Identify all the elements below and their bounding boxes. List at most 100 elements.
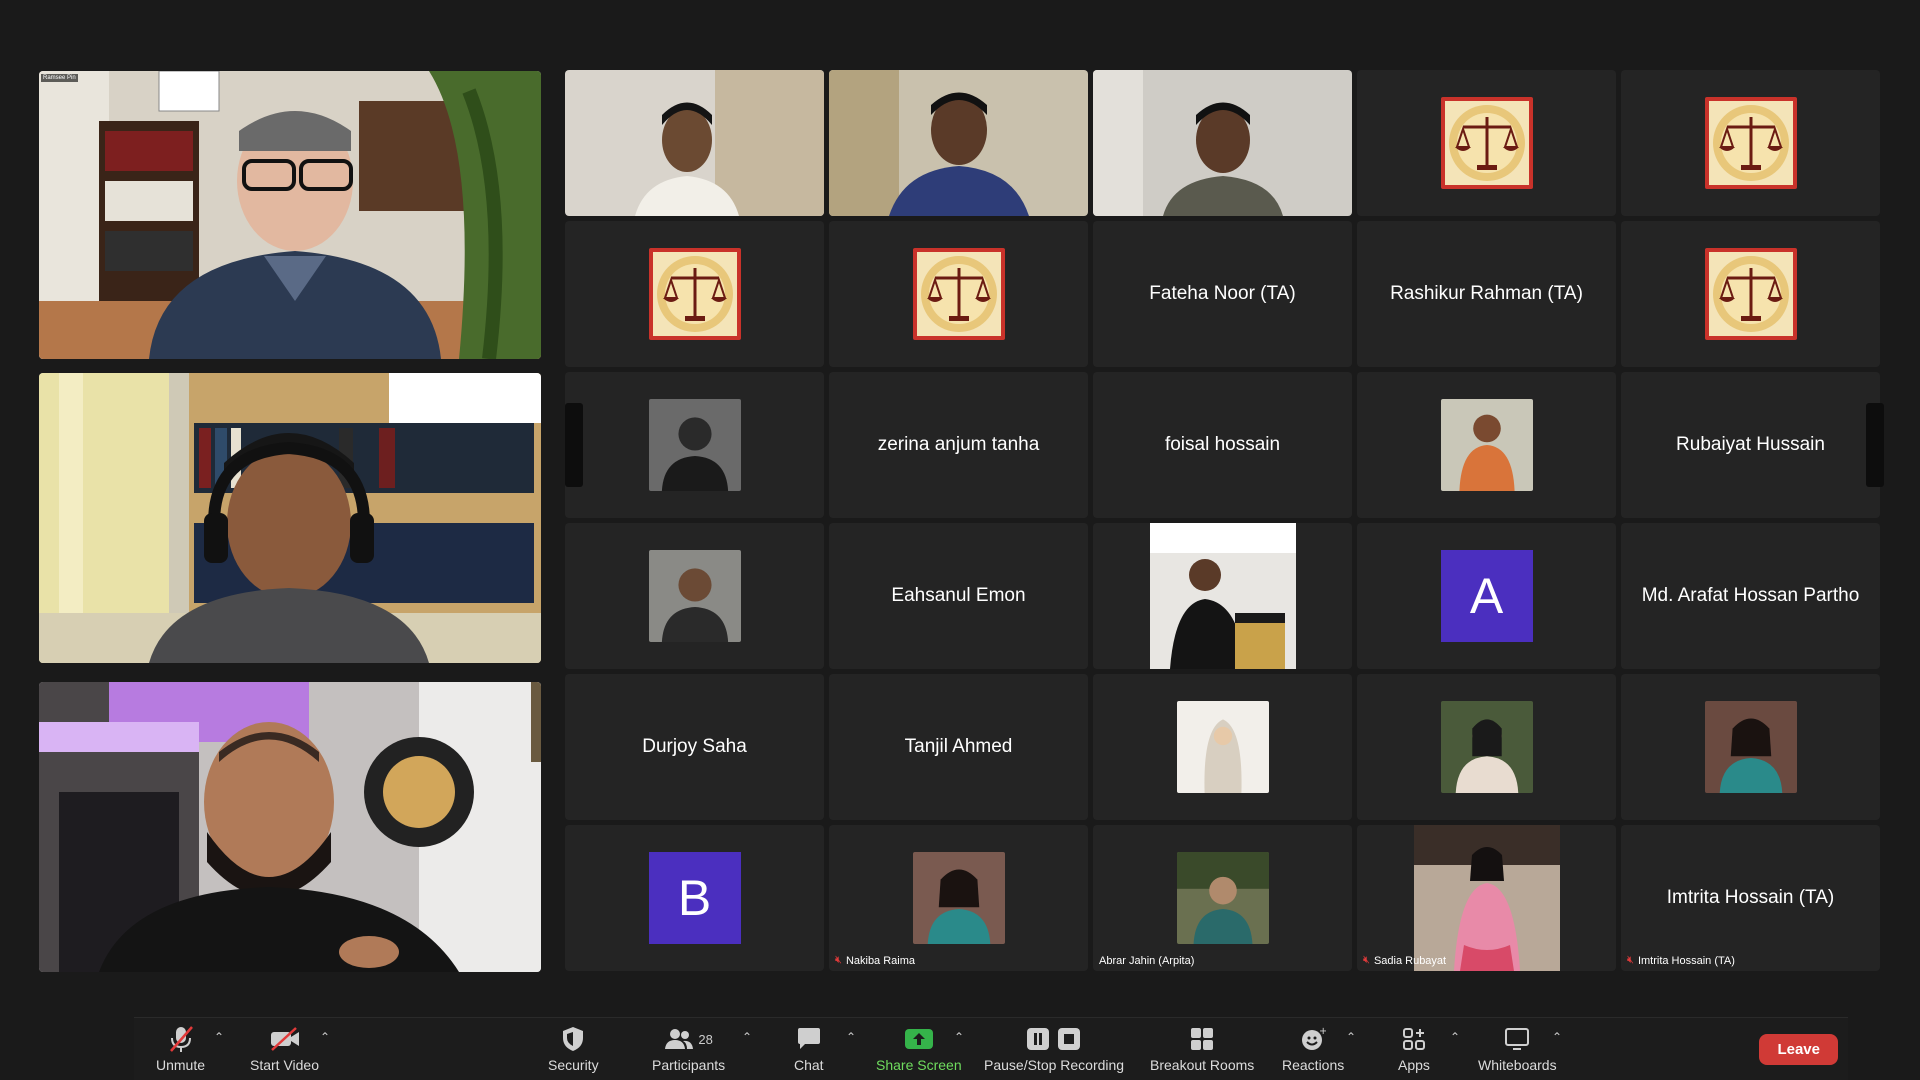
reactions-options-caret[interactable]: ⌃	[1346, 1030, 1356, 1044]
reactions-button[interactable]: + Reactions	[1282, 1024, 1344, 1073]
participant-label-text: Sadia Rubayat	[1373, 954, 1447, 967]
scales-avatar	[649, 248, 741, 340]
participant-tile[interactable]	[829, 70, 1088, 216]
participant-tile[interactable]	[1357, 70, 1616, 216]
pause-stop-icon	[1027, 1028, 1081, 1050]
start-video-button[interactable]: Start Video	[250, 1024, 319, 1073]
scales-avatar	[1705, 97, 1797, 189]
unmute-button[interactable]: Unmute	[156, 1024, 205, 1073]
participant-tile[interactable]	[565, 221, 824, 367]
letter-avatar: B	[648, 852, 741, 944]
next-page-arrow[interactable]	[1866, 403, 1884, 487]
participant-name: Eahsanul Emon	[891, 585, 1026, 606]
participant-label: Abrar Jahin (Arpita)	[1099, 955, 1194, 967]
mic-muted-icon: 🔇︎	[1363, 954, 1370, 966]
participant-tile[interactable]	[1621, 674, 1880, 820]
speaker-video-3[interactable]	[39, 682, 541, 972]
participant-tile[interactable]	[1621, 70, 1880, 216]
apps-button[interactable]: Apps	[1398, 1024, 1430, 1073]
participant-tile[interactable]	[1621, 221, 1880, 367]
profile-photo	[648, 550, 741, 642]
participant-name: Rashikur Rahman (TA)	[1390, 283, 1583, 304]
speaker-video-2[interactable]	[39, 373, 541, 663]
profile-photo	[1440, 399, 1533, 491]
pause-stop-recording-button[interactable]: Pause/Stop Recording	[984, 1024, 1124, 1073]
profile-photo	[1704, 701, 1797, 793]
pause-stop-recording-label: Pause/Stop Recording	[984, 1057, 1125, 1073]
video-options-caret[interactable]: ⌃	[320, 1030, 330, 1044]
participant-tile[interactable]	[1093, 70, 1352, 216]
participant-tile[interactable]: zerina anjum tanha	[829, 372, 1088, 518]
breakout-rooms-button[interactable]: Breakout Rooms	[1150, 1024, 1254, 1073]
chat-label: Chat	[794, 1057, 824, 1073]
share-options-caret[interactable]: ⌃	[954, 1030, 964, 1044]
chat-options-caret[interactable]: ⌃	[846, 1030, 856, 1044]
profile-photo	[1149, 523, 1296, 669]
profile-photo	[1176, 701, 1269, 793]
participant-tile[interactable]: Imtrita Hossain (TA) 🔇︎ Imtrita Hossain …	[1621, 825, 1880, 971]
profile-photo	[1176, 852, 1269, 944]
whiteboards-options-caret[interactable]: ⌃	[1552, 1030, 1562, 1044]
share-screen-button[interactable]: Share Screen	[876, 1024, 962, 1073]
speaker-video-1[interactable]: Ramsee Pin	[39, 71, 541, 359]
participant-tile[interactable]: Abrar Jahin (Arpita)	[1093, 825, 1352, 971]
participant-tile[interactable]	[1093, 523, 1352, 669]
profile-photo	[1440, 701, 1533, 793]
whiteboards-button[interactable]: Whiteboards	[1478, 1024, 1557, 1073]
svg-text:+: +	[1319, 1026, 1326, 1037]
security-label: Security	[548, 1057, 599, 1073]
participant-tile[interactable]	[1093, 674, 1352, 820]
participant-tile[interactable]	[565, 372, 824, 518]
participant-name: Rubaiyat Hussain	[1676, 434, 1825, 455]
participant-tile[interactable]: 🔇︎ Nakiba Raima	[829, 825, 1088, 971]
participant-tile[interactable]: Md. Arafat Hossan Partho	[1621, 523, 1880, 669]
reactions-label: Reactions	[1282, 1057, 1345, 1073]
profile-photo	[648, 399, 741, 491]
participant-tile[interactable]: A	[1357, 523, 1616, 669]
participant-tile[interactable]: foisal hossain	[1093, 372, 1352, 518]
profile-photo	[912, 852, 1005, 944]
participant-tile[interactable]	[1357, 372, 1616, 518]
participants-count: 28	[698, 1031, 713, 1047]
participants-icon	[665, 1029, 694, 1049]
whiteboard-icon	[1504, 1024, 1530, 1054]
apps-icon	[1402, 1024, 1426, 1054]
participant-tile[interactable]: Durjoy Saha	[565, 674, 824, 820]
participants-button[interactable]: 28 Participants	[652, 1024, 725, 1073]
recording-icons	[1026, 1024, 1082, 1054]
audio-options-caret[interactable]: ⌃	[214, 1030, 224, 1044]
participant-tile[interactable]: Tanjil Ahmed	[829, 674, 1088, 820]
grid-icon	[1190, 1024, 1214, 1054]
participant-label-text: Nakiba Raima	[845, 954, 916, 967]
apps-options-caret[interactable]: ⌃	[1450, 1030, 1460, 1044]
breakout-rooms-label: Breakout Rooms	[1150, 1057, 1255, 1073]
video-off-icon	[269, 1024, 301, 1054]
participant-tile[interactable]	[829, 221, 1088, 367]
participant-label: 🔇︎ Nakiba Raima	[835, 954, 915, 967]
participant-name: Imtrita Hossain (TA)	[1666, 887, 1835, 908]
participant-tile[interactable]	[1357, 674, 1616, 820]
prev-page-arrow[interactable]	[565, 403, 583, 487]
participants-options-caret[interactable]: ⌃	[742, 1030, 752, 1044]
participant-tile[interactable]: Rubaiyat Hussain	[1621, 372, 1880, 518]
leave-button[interactable]: Leave	[1759, 1034, 1838, 1065]
security-button[interactable]: Security	[548, 1024, 599, 1073]
participant-tile[interactable]: Fateha Noor (TA)	[1093, 221, 1352, 367]
participant-tile[interactable]: B	[565, 825, 824, 971]
mic-muted-icon: 🔇︎	[835, 954, 842, 966]
mic-muted-icon: 🔇︎	[1627, 954, 1634, 966]
participant-tile[interactable]: Rashikur Rahman (TA)	[1357, 221, 1616, 367]
participant-tile[interactable]: Eahsanul Emon	[829, 523, 1088, 669]
participant-tile[interactable]	[565, 70, 824, 216]
participant-video	[829, 70, 1088, 216]
chat-button[interactable]: Chat	[794, 1024, 824, 1073]
participant-video	[565, 70, 824, 216]
shield-icon	[561, 1024, 585, 1054]
profile-photo	[1413, 825, 1560, 971]
participant-tile[interactable]	[565, 523, 824, 669]
participant-video	[1093, 70, 1352, 216]
smiley-icon: +	[1300, 1024, 1326, 1054]
participant-tile[interactable]: 🔇︎ Sadia Rubayat	[1357, 825, 1616, 971]
scales-avatar	[913, 248, 1005, 340]
participants-icon-group: 28	[664, 1024, 713, 1054]
